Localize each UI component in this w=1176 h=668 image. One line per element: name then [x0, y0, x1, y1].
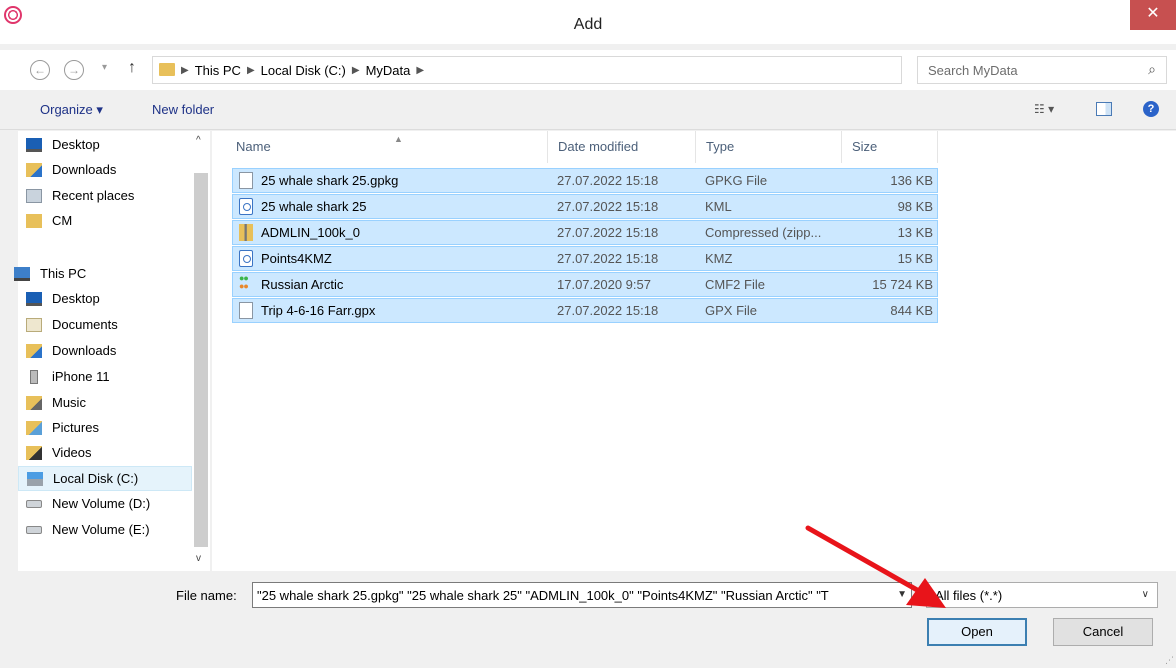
kmz-icon — [239, 250, 253, 267]
breadcrumb: ▶ This PC ▶ Local Disk (C:) ▶ MyData ▶ — [181, 63, 425, 79]
folder-icon — [159, 63, 175, 76]
chevron-down-icon[interactable]: ▼ — [897, 589, 907, 600]
column-header-name[interactable]: Name ▲ — [226, 131, 548, 163]
column-header-type[interactable]: Type — [696, 131, 842, 163]
phone-icon — [30, 370, 38, 384]
preview-pane-icon[interactable] — [1096, 102, 1112, 116]
scroll-up-icon[interactable]: ^ — [196, 135, 201, 146]
chevron-down-icon: ∨ — [1141, 589, 1149, 600]
file-name-field[interactable]: "25 whale shark 25.gpkg" "25 whale shark… — [252, 582, 912, 608]
breadcrumb-this-pc[interactable]: This PC — [195, 63, 241, 79]
address-bar[interactable]: ▶ This PC ▶ Local Disk (C:) ▶ MyData ▶ ∨… — [152, 56, 1042, 85]
file-type-filter-value: All files (*.*) — [935, 588, 1003, 603]
breadcrumb-mydata[interactable]: MyData — [366, 63, 411, 79]
scrollbar-thumb[interactable] — [194, 173, 208, 547]
file-type-filter[interactable]: All files (*.*) ∨ — [926, 582, 1158, 608]
nav-item-downloads[interactable]: Downloads — [18, 339, 192, 364]
sort-ascending-icon: ▲ — [394, 134, 403, 144]
nav-item-cm[interactable]: CM — [18, 209, 192, 234]
file-row[interactable]: 25 whale shark 25 27.07.2022 15:18 KML 9… — [232, 194, 938, 219]
dialog-title: Add — [573, 16, 603, 33]
forward-icon[interactable]: → — [64, 60, 84, 80]
downloads-icon — [26, 344, 42, 358]
desktop-icon — [26, 292, 42, 306]
file-list: Name ▲ Date modified Type Size 25 whale … — [212, 131, 1176, 571]
column-header-size[interactable]: Size — [842, 131, 938, 163]
nav-item-videos[interactable]: Videos — [18, 441, 192, 466]
navigation-pane: Desktop Downloads Recent places CM This … — [14, 131, 210, 571]
title-bar: Add ✕ — [0, 0, 1176, 44]
recent-places-icon — [26, 189, 42, 203]
nav-item-local-disk[interactable]: Local Disk (C:) — [18, 466, 192, 491]
nav-item-documents[interactable]: Documents — [18, 313, 192, 338]
file-row[interactable]: Trip 4-6-16 Farr.gpx 27.07.2022 15:18 GP… — [232, 298, 938, 323]
this-pc-icon — [14, 267, 30, 281]
resize-grip-icon[interactable]: ⋰ — [1165, 655, 1174, 666]
kml-icon — [239, 198, 253, 215]
file-icon — [239, 302, 253, 319]
file-row[interactable]: 25 whale shark 25.gpkg 27.07.2022 15:18 … — [232, 168, 938, 193]
file-row[interactable]: Points4KMZ 27.07.2022 15:18 KMZ 15 KB — [232, 246, 938, 271]
file-row[interactable]: Russian Arctic 17.07.2020 9:57 CMF2 File… — [232, 272, 938, 297]
cmf2-icon — [239, 273, 253, 293]
command-bar: Organize ▾ New folder ☷ ▾ ? — [0, 92, 1176, 130]
file-icon — [239, 172, 253, 189]
file-name-label: File name: — [176, 588, 237, 603]
nav-item-iphone[interactable]: iPhone 11 — [18, 365, 192, 390]
nav-item-music[interactable]: Music — [18, 391, 192, 416]
change-view-icon[interactable]: ☷ ▾ — [1034, 102, 1054, 116]
nav-item-new-volume-e[interactable]: New Volume (E:) — [18, 518, 192, 543]
local-disk-icon — [27, 472, 43, 486]
nav-item-recent-places[interactable]: Recent places — [18, 184, 192, 209]
back-icon[interactable]: ← — [30, 60, 50, 80]
zip-icon — [239, 224, 253, 241]
music-icon — [26, 396, 42, 410]
close-button[interactable]: ✕ — [1130, 0, 1176, 30]
nav-scrollbar[interactable]: ^ v — [192, 131, 210, 571]
file-row[interactable]: ADMLIN_100k_0 27.07.2022 15:18 Compresse… — [232, 220, 938, 245]
drive-icon — [26, 500, 42, 508]
nav-item-this-pc[interactable]: This PC — [6, 262, 180, 287]
nav-item-new-volume-d[interactable]: New Volume (D:) — [18, 492, 192, 517]
add-file-dialog: Add ✕ ← → ▾ ↑ ▶ This PC ▶ Local Disk (C:… — [0, 0, 1176, 668]
open-button[interactable]: Open — [927, 618, 1027, 646]
nav-item-desktop-fav[interactable]: Desktop — [18, 133, 192, 158]
help-icon[interactable]: ? — [1143, 101, 1159, 117]
pictures-icon — [26, 421, 42, 435]
nav-item-pictures[interactable]: Pictures — [18, 416, 192, 441]
documents-icon — [26, 318, 42, 332]
cancel-button[interactable]: Cancel — [1053, 618, 1153, 646]
search-placeholder: Search MyData — [928, 63, 1018, 78]
videos-icon — [26, 446, 42, 460]
file-name-value: "25 whale shark 25.gpkg" "25 whale shark… — [257, 588, 829, 603]
search-icon[interactable]: ⌕ — [1148, 61, 1156, 78]
up-icon[interactable]: ↑ — [128, 59, 136, 77]
organize-button[interactable]: Organize ▾ — [40, 102, 103, 118]
recent-locations-dropdown-icon[interactable]: ▾ — [102, 62, 107, 73]
search-input[interactable]: Search MyData ⌕ — [917, 56, 1167, 84]
drive-icon — [26, 526, 42, 534]
desktop-icon — [26, 138, 42, 152]
downloads-icon — [26, 163, 42, 177]
new-folder-button[interactable]: New folder — [152, 102, 214, 117]
nav-item-desktop[interactable]: Desktop — [18, 287, 192, 312]
nav-item-downloads-fav[interactable]: Downloads — [18, 158, 192, 183]
address-row: ← → ▾ ↑ ▶ This PC ▶ Local Disk (C:) ▶ My… — [0, 50, 1176, 90]
scroll-down-icon[interactable]: v — [196, 553, 201, 564]
column-header-date[interactable]: Date modified — [548, 131, 696, 163]
folder-icon — [26, 214, 42, 228]
breadcrumb-local-disk[interactable]: Local Disk (C:) — [261, 63, 346, 79]
